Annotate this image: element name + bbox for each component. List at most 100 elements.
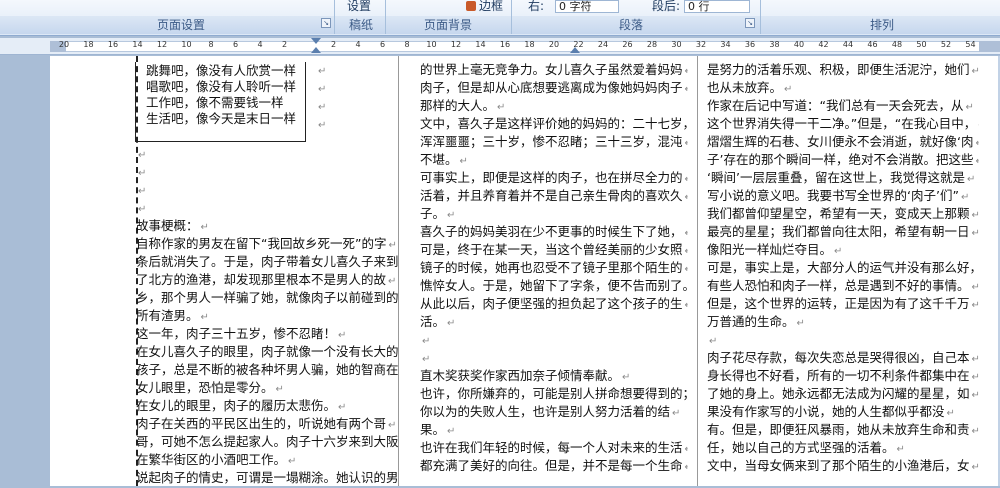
paragraph-launcher-icon[interactable]: ↘: [745, 18, 755, 28]
page-setup-launcher-icon[interactable]: ↘: [321, 18, 331, 28]
ruler-tick-label: 46: [867, 40, 878, 49]
border-icon[interactable]: [466, 1, 476, 11]
paragraph-line: 有些人恐怕和肉子一样，总是遇到不好的事情。 ↵: [707, 278, 979, 296]
paragraph-line: 这个世界消失得一干二净。”但是，“在我心目中，↵: [707, 116, 979, 134]
paragraph-mark: ↵: [685, 228, 688, 239]
text-column-2[interactable]: 的世界上毫无竞争力。女儿喜久子虽然爱着妈妈↵肉子，但是却从心底想要逃离成为像她妈…: [420, 62, 688, 476]
paragraph-line: ↵: [136, 164, 398, 182]
line-text: 子。: [420, 206, 446, 221]
group-label-page-setup: 页面设置: [157, 18, 206, 32]
line-text: 肉子，但是却从心底想要逃离成为像她妈妈肉子: [420, 80, 683, 95]
paragraph-line: 文中，当母女俩来到了那个陌生的小渔港后，女 ↵: [707, 458, 979, 476]
paragraph-mark: ↵: [971, 354, 979, 365]
line-text: 也许，你所嫌弃的，可能是别人拼命想要得到的；: [420, 386, 688, 401]
horizontal-ruler[interactable]: 20 18 16 14 12 10 8 6 4 2 2 4 6 8 10 12 14 16 18 20 22 24 26 28…: [0, 38, 1000, 55]
paragraph-line: 最亮的星星；我们都曾向往太阳，希望有朝一日 ↵: [707, 224, 979, 242]
ruler-tick-label: 14: [132, 40, 143, 49]
first-line-indent-marker[interactable]: [311, 38, 321, 44]
paragraph-mark: ↵: [896, 444, 905, 455]
ruler-tick-label: 18: [83, 40, 94, 49]
line-text: 果。: [420, 422, 446, 437]
line-text: 你以为的失败人生，也许是别人努力活着的结: [420, 404, 671, 419]
line-text: 在女儿喜久子的眼里，肉子就像一个没有长大的: [136, 344, 398, 359]
paragraph-mark: ↵: [971, 282, 979, 293]
paragraph-mark: ↵: [965, 102, 974, 113]
paragraph-line: 肉子花尽存款，每次失恋总是哭得很凶，自己本 ↵: [707, 350, 979, 368]
paragraph-line: 作家在后记中写道：“我们总有一天会死去，从 ↵: [707, 98, 979, 116]
text-column-1[interactable]: ↵ ↵ ↵ ↵ 故事梗概： ↵ 自称作家的男友在留下“我回故乡死一死”的字 ↵ 条后就消失了。于…: [136, 146, 398, 488]
paragraph-line: 女儿眼里，恐怕是零分。 ↵: [136, 380, 398, 398]
ribbon-settings-button[interactable]: 设置: [347, 0, 371, 13]
paragraph-line: 了她的身上。她永远都无法成为闪耀的星星，如 ↵: [707, 386, 979, 404]
space-after-label: 段后:: [652, 0, 681, 13]
paragraph-mark: ↵: [685, 66, 688, 77]
poem-text-box[interactable]: 跳舞吧，像没有人欣赏一样 唱歌吧，像没有人聆听一样 工作吧，像不需要钱一样 生活…: [135, 62, 306, 142]
line-text: 活着，并且养育着并不是自己亲生骨肉的喜欢久: [420, 188, 683, 203]
line-text: 像阳光一样灿烂夺目。: [707, 242, 833, 257]
line-text: 在女儿的眼里，肉子的履历太悲伤。: [136, 398, 337, 413]
paragraph-line: 也从未放弃。 ↵: [707, 80, 979, 98]
paragraph-line: 说起肉子的情史，可谓是一塌糊涂。她认识的男↵: [136, 470, 398, 488]
paragraph-mark: ↵: [978, 120, 979, 131]
line-text: 果没有作家写的小说，她的人生都似乎都没: [707, 404, 945, 419]
paragraph-mark: ↵: [971, 390, 979, 401]
paragraph-mark: ↵: [685, 138, 688, 149]
paragraph-line: ‘瞬间’一层层重叠，留在这世上，我觉得这就是 ↵: [707, 170, 979, 188]
line-text: 子’存在的那个瞬间一样，绝对不会消散。把这些: [707, 152, 974, 167]
line-text: 文中，当母女俩来到了那个陌生的小渔港后，女: [707, 458, 970, 473]
paragraph-mark: ↵: [138, 204, 147, 215]
line-text: 憔悴女人。于是，她留下了字条，便不告而别了。: [420, 278, 688, 293]
line-text: 直木奖获奖作家西加奈子倾情奉献。: [420, 368, 621, 383]
group-label-arrange: 排列: [870, 18, 895, 32]
ruler-tick-label: 24: [597, 40, 609, 49]
paragraph-mark: ↵: [138, 186, 147, 197]
paragraph-line: 从此以后，肉子便坚强的担负起了这个孩子的生↵: [420, 296, 688, 314]
ribbon-borders-button[interactable]: 边框: [479, 0, 503, 13]
ruler-tick-label: 12: [450, 40, 462, 49]
ruler-tick-label: 26: [622, 40, 633, 49]
indent-right-input[interactable]: 0 字符: [555, 0, 619, 13]
line-text: 肉子在关西的平民区出生的，听说她有两个哥: [136, 416, 387, 431]
line-text: 喜久子的妈妈美羽在少不更事的时候生下了她，: [420, 224, 683, 239]
paragraph-line: 肉子，但是却从心底想要逃离成为像她妈妈肉子↵: [420, 80, 688, 98]
hanging-indent-marker[interactable]: [311, 47, 321, 53]
ruler-tick-label: 42: [818, 40, 829, 49]
ruler-tick-label: 52: [940, 40, 952, 49]
ruler-tick-label: 48: [891, 40, 903, 49]
paragraph-line: 喜久子的妈妈美羽在少不更事的时候生下了她，↵: [420, 224, 688, 242]
ruler-tick-label: 6: [232, 40, 239, 49]
paragraph-line: 身长得也不好看，所有的一切不利条件都集中在 ↵: [707, 368, 979, 386]
line-text: 有些人恐怕和肉子一样，总是遇到不好的事情。: [707, 278, 970, 293]
line-text: 在繁华街区的小酒吧工作。: [136, 452, 287, 467]
line-text: 哥，可她不怎么提起家人。肉子十六岁来到大阪，: [136, 434, 398, 449]
paragraph-line: 万普通的生命。 ↵: [707, 314, 979, 332]
space-after-input[interactable]: 0 行: [684, 0, 750, 13]
paragraph-line: 孩子，总是不断的被各种坏男人骗，她的智商在↵: [136, 362, 398, 380]
ruler-tick-label: 30: [671, 40, 682, 49]
ruler-tick-label: 4: [257, 40, 263, 49]
line-text: 但是，这个世界的运转，正是因为有了这千千万: [707, 296, 970, 311]
poem-return-marks: ↵ ↵ ↵ ↵: [316, 62, 326, 134]
paragraph-line: 故事梗概： ↵: [136, 218, 398, 236]
paragraph-line: ↵: [136, 146, 398, 164]
paragraph-mark: ↵: [960, 192, 970, 203]
paragraph-mark: ↵: [971, 210, 979, 221]
line-text: 熠熠生辉的石巷、女川便永不会消逝，就好像‘肉: [707, 134, 974, 149]
paragraph-line: 子。 ↵: [420, 206, 688, 224]
paragraph-mark: ↵: [685, 246, 688, 257]
line-text: 了北方的渔港，却发现那里根本不是男人的故: [136, 272, 387, 287]
ruler-tick-label: 44: [842, 40, 854, 49]
paragraph-mark: ↵: [318, 120, 327, 131]
right-indent-marker[interactable]: [570, 47, 580, 53]
paragraph-mark: ↵: [447, 210, 456, 221]
text-column-3[interactable]: 是努力的活着乐观、积极，即便生活泥泞，她们 ↵ 也从未放弃。 ↵ 作家在后记中写道：“我…: [707, 62, 979, 476]
paragraph-mark: ↵: [685, 462, 688, 473]
line-text: 活。: [420, 314, 446, 329]
line-text: 我们都曾仰望星空，希望有一天，变成天上那颗: [707, 206, 970, 221]
line-text: 可事实上，即便是这样的肉子，也在拼尽全力的: [420, 170, 683, 185]
line-text: 了她的身上。她永远都无法成为闪耀的星星，如: [707, 386, 970, 401]
paragraph-line: 条后就消失了。于是，肉子带着女儿喜久子来到↵: [136, 254, 398, 272]
paragraph-line: 果。 ↵: [420, 422, 688, 440]
paragraph-line: 文中，喜久子是这样评价她的妈妈的：二十七岁，↵: [420, 116, 688, 134]
paragraph-line: 任，她以自己的方式坚强的活着。 ↵: [707, 440, 979, 458]
